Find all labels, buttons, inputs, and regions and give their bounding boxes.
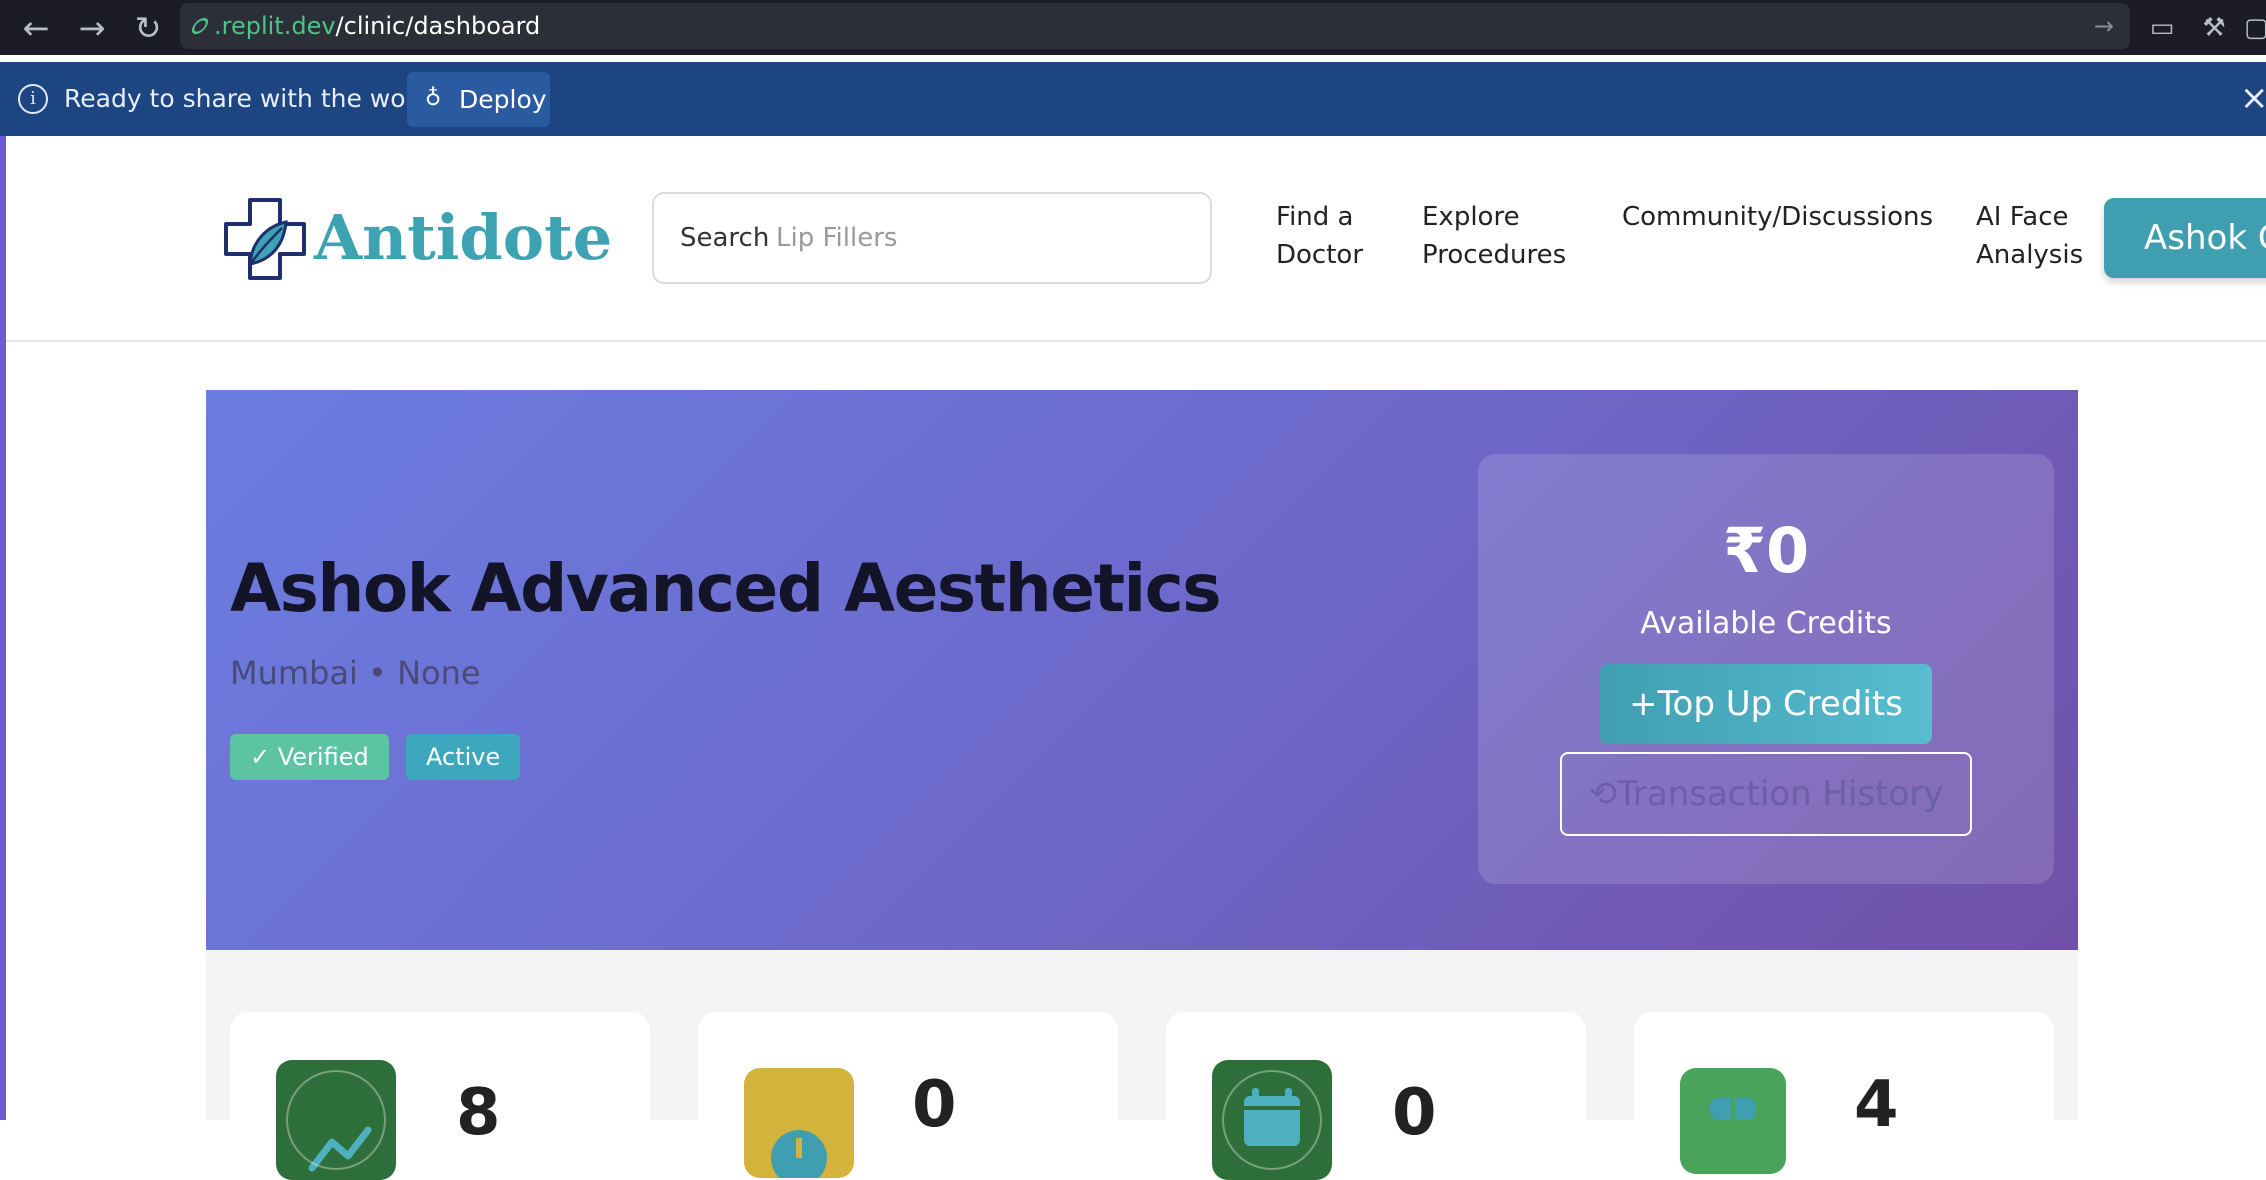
- search-box[interactable]: Search: [652, 192, 1212, 284]
- stat-card: 8: [230, 1012, 650, 1180]
- credits-label: Available Credits: [1640, 606, 1892, 641]
- deploy-button[interactable]: ♁ Deploy: [407, 72, 550, 127]
- profile-button[interactable]: Ashok C: [2104, 198, 2266, 278]
- search-label: Search: [680, 223, 770, 253]
- verified-badge: ✓ Verified: [230, 734, 389, 780]
- address-bar[interactable]: .replit.dev/clinic/dashboard →: [180, 3, 2130, 49]
- nav-explore-line1: Explore: [1422, 202, 1520, 232]
- active-badge: Active: [406, 734, 521, 780]
- clock-icon: [744, 1068, 854, 1178]
- deploy-message: Ready to share with the world?: [64, 84, 452, 113]
- close-icon[interactable]: ×: [2240, 80, 2266, 116]
- history-icon: ⟲: [1588, 774, 1618, 814]
- info-icon: i: [18, 84, 48, 114]
- link-icon: [189, 15, 211, 37]
- reload-icon[interactable]: ↻: [128, 8, 168, 48]
- clinic-location: Mumbai • None: [230, 654, 481, 692]
- top-up-credits-button[interactable]: +Top Up Credits: [1600, 664, 1932, 744]
- nav-explore-procedures[interactable]: Explore Procedures: [1422, 198, 1566, 274]
- wrench-icon[interactable]: ⚒: [2196, 10, 2232, 46]
- transaction-history-button[interactable]: ⟲Transaction History: [1560, 752, 1972, 836]
- nav-ai-line1: AI Face: [1976, 202, 2069, 232]
- credits-card: ₹0 Available Credits +Top Up Credits ⟲Tr…: [1478, 454, 2054, 884]
- search-input[interactable]: [776, 214, 1186, 262]
- go-arrow-icon[interactable]: →: [2094, 3, 2114, 49]
- site-header: Antidote Search Find a Doctor Explore Pr…: [6, 136, 2266, 342]
- logo-text: Antidote: [314, 201, 613, 274]
- stat-card: 0: [698, 1012, 1118, 1178]
- stats-section: 8 0 0 4: [206, 950, 2078, 1180]
- nav-ai-face-analysis[interactable]: AI Face Analysis: [1976, 198, 2083, 274]
- deploy-banner: i Ready to share with the world? ♁ Deplo…: [0, 62, 2266, 136]
- stat-value: 8: [456, 1076, 501, 1150]
- users-icon: [1680, 1068, 1786, 1174]
- nav-find-doctor[interactable]: Find a Doctor: [1276, 198, 1363, 274]
- nav-find-doctor-line1: Find a: [1276, 202, 1354, 232]
- panel-icon[interactable]: ▢: [2244, 10, 2266, 46]
- nav-ai-line2: Analysis: [1976, 240, 2084, 270]
- stat-value: 0: [1392, 1076, 1437, 1150]
- credits-amount: ₹0: [1722, 514, 1810, 587]
- cross-leaf-icon: [224, 198, 306, 280]
- back-icon[interactable]: ←: [16, 8, 56, 48]
- forward-icon[interactable]: →: [72, 8, 112, 48]
- transaction-history-label: Transaction History: [1617, 774, 1944, 814]
- stat-card: 4: [1634, 1012, 2054, 1174]
- nav-find-doctor-line2: Doctor: [1276, 240, 1364, 270]
- deploy-button-label: Deploy: [459, 85, 547, 114]
- clinic-name: Ashok Advanced Aesthetics: [230, 550, 1222, 627]
- stat-card: 0: [1166, 1012, 1586, 1180]
- chart-line-icon: [276, 1060, 396, 1180]
- nav-community[interactable]: Community/Discussions: [1622, 198, 1933, 236]
- screen-icon[interactable]: ▭: [2144, 10, 2180, 46]
- stat-value: 0: [912, 1068, 957, 1142]
- url-text: .replit.dev/clinic/dashboard: [214, 12, 541, 40]
- calendar-icon: [1212, 1060, 1332, 1180]
- balloon-icon: ♁: [425, 86, 442, 111]
- stat-value: 4: [1854, 1068, 1899, 1142]
- clinic-hero: Ashok Advanced Aesthetics Mumbai • None …: [206, 390, 2078, 950]
- browser-toolbar: ← → ↻ .replit.dev/clinic/dashboard → ▭ ⚒…: [0, 0, 2266, 55]
- nav-explore-line2: Procedures: [1422, 240, 1567, 270]
